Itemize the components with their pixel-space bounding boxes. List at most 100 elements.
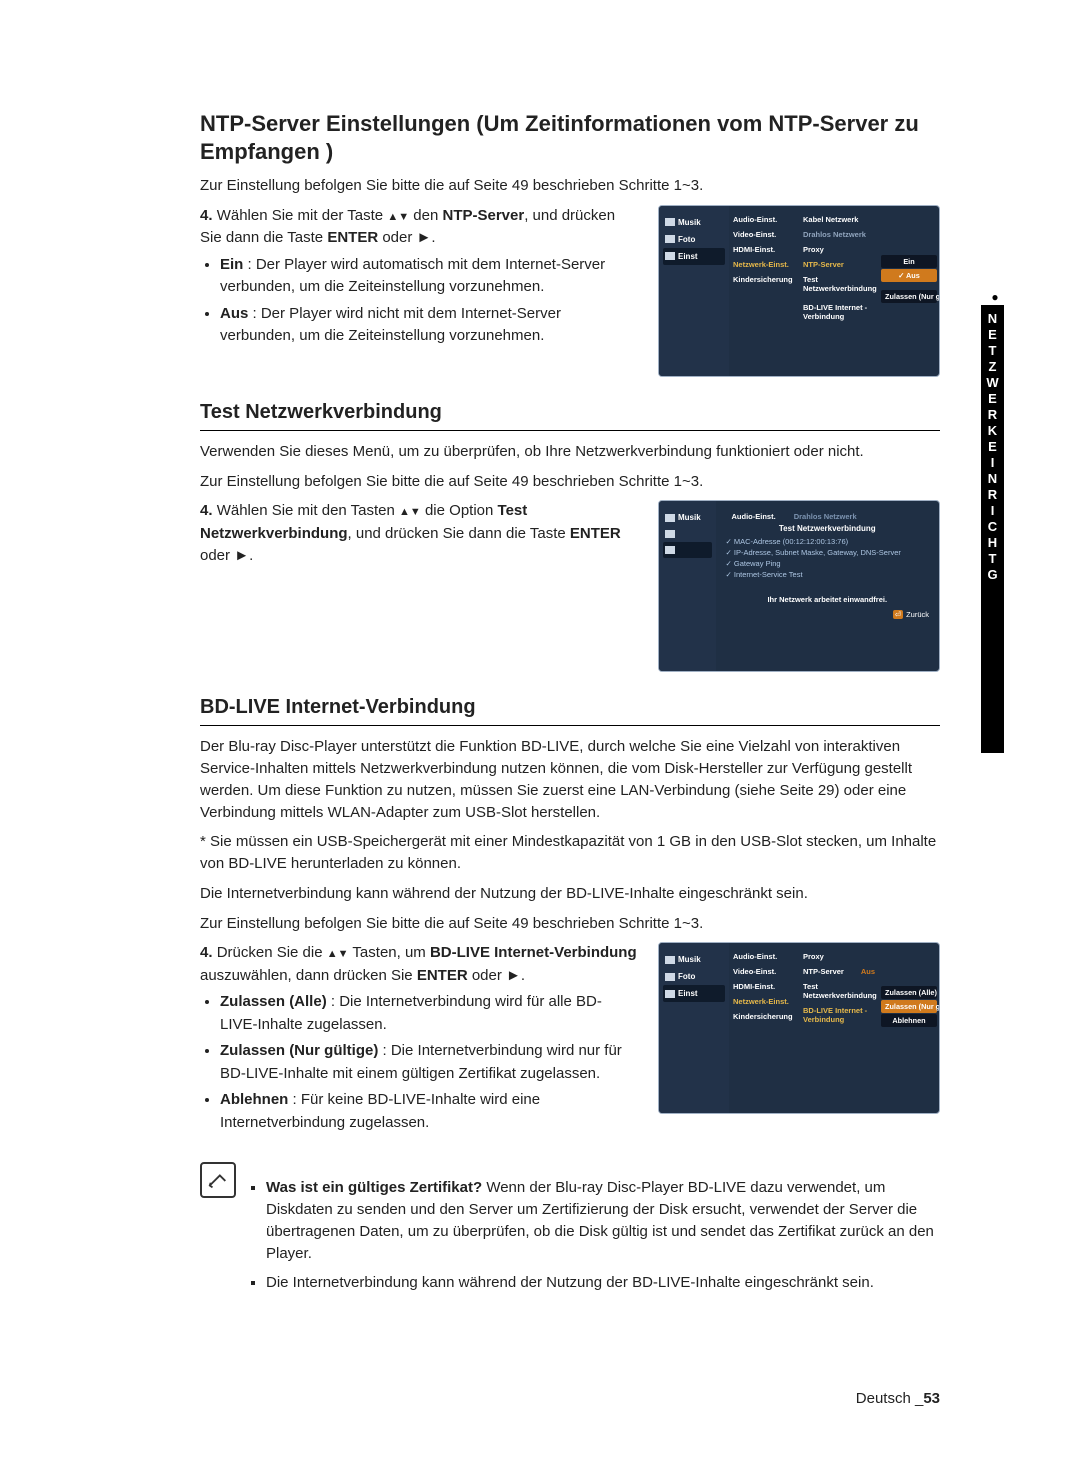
opt-text: : Der Player wird nicht mit dem Internet… [220,305,561,345]
note-item: Was ist ein gültiges Zertifikat? Wenn de… [266,1177,940,1264]
osd-check-line: ✓ MAC-Adresse (00:12:12:00:13:76) [726,537,929,546]
osd-opt: Video-Einst. [731,227,797,242]
osd-opt: Netzwerk-Einst. [731,994,797,1009]
l: Foto [678,972,695,981]
osd-status: Ihr Netzwerk arbeitet einwandfrei. [726,595,929,604]
step-num: 4. [200,207,213,224]
photo-icon [665,973,675,981]
bullet-allow-all: Zulassen (Alle) : Die Internetverbindung… [220,991,638,1036]
step-4c-text: 4. Drücken Sie die ▲▼ Tasten, um BD-LIVE… [200,942,638,1138]
t: Wählen Sie mit den Tasten [217,502,399,519]
osd-side-item [663,526,712,542]
osd-value: ✓ Aus [881,269,937,282]
bullet-aus: Aus : Der Player wird nicht mit dem Inte… [220,303,638,348]
osd-opt: HDMI-Einst. [731,242,797,257]
osd-side-item: Foto [663,231,725,248]
osd-screenshot-bdlive: Musik Foto Einst Audio-Einst. Video-Eins… [658,942,940,1114]
bullet-allow-valid: Zulassen (Nur gültige) : Die Internetver… [220,1040,638,1085]
note-t: Die Internetverbindung kann während der … [266,1274,874,1291]
opt-name: Zulassen (Alle) [220,993,327,1010]
t: , und drücken Sie dann die Taste [348,525,570,542]
t: . [431,229,435,246]
step-num: 4. [200,944,213,961]
arrow-right-icon: ► [506,967,521,984]
osd-check-line: ✓ Internet-Service Test [726,570,929,579]
osd-side-item: Musik [663,509,712,526]
test-intro: Verwenden Sie dieses Menü, um zu überprü… [200,441,940,463]
osd-opt: BD-LIVE Internet - Verbindung [801,300,877,324]
heading-ntp: NTP-Server Einstellungen (Um Zeitinforma… [200,110,940,165]
return-icon: ⏎ [893,610,903,619]
t: Wählen Sie mit der Taste [217,207,388,224]
osd-value: Zulassen (Nur gültige) [881,1000,937,1013]
page-footer: Deutsch _53 [856,1390,940,1407]
note-item: Die Internetverbindung kann während der … [266,1272,940,1294]
osd-opt: Kindersicherung [731,1009,797,1024]
l: Zurück [906,610,929,619]
enter-key: ENTER [570,525,621,542]
osd-check-line: ✓ Gateway Ping [726,559,929,568]
arrow-right-icon: ► [417,229,432,246]
osd-value-inline: Aus [861,967,875,976]
osd-opt: BD-LIVE Internet - Verbindung [801,1003,877,1027]
arrow-up-down-icon: ▲▼ [399,506,421,518]
step-num: 4. [200,502,213,519]
step-4b-row: 4. Wählen Sie mit den Tasten ▲▼ die Opti… [200,500,940,672]
step-4c-row: 4. Drücken Sie die ▲▼ Tasten, um BD-LIVE… [200,942,940,1138]
bd-para-3: Die Internetverbindung kann während der … [200,883,940,905]
bd-para-1: Der Blu-ray Disc-Player unterstützt die … [200,736,940,823]
step-4a-text: 4. Wählen Sie mit der Taste ▲▼ den NTP-S… [200,205,638,352]
osd-side-item: Einst [663,248,725,265]
l: Musik [678,513,701,522]
step-4b-text: 4. Wählen Sie mit den Tasten ▲▼ die Opti… [200,500,638,568]
gear-icon [665,990,675,998]
gear-icon [665,252,675,260]
enter-key: ENTER [327,229,378,246]
bullet-deny: Ablehnen : Für keine BD-LIVE-Inhalte wir… [220,1089,638,1134]
osd-opt: Netzwerk-Einst. [731,257,797,272]
heading-test-net: Test Netzwerkverbindung [200,401,940,431]
music-icon [665,514,675,522]
osd-opt: Test Netzwerkverbindung [801,272,877,296]
enter-key: ENTER [417,967,468,984]
t: auszuwählen, dann drücken Sie [200,967,417,984]
opt-name: Ablehnen [220,1091,288,1108]
t: . [249,547,253,564]
arrow-up-down-icon: ▲▼ [327,948,349,960]
l: Musik [678,218,701,227]
osd-check-line: ✓ IP-Adresse, Subnet Maske, Gateway, DNS… [726,548,929,557]
osd-opt: NTP-Server Aus [801,964,877,979]
t: die Option [421,502,498,519]
music-icon [665,956,675,964]
l: Musik [678,955,701,964]
t: oder [378,229,416,246]
osd-opt: HDMI-Einst. [731,979,797,994]
l: Foto [678,235,695,244]
t: Tasten, um [349,944,430,961]
osd-opt: Kabel Netzwerk [801,212,877,227]
t: oder [200,547,234,564]
t: oder [468,967,506,984]
note-box: Was ist ein gültiges Zertifikat? Wenn de… [200,1162,940,1317]
note-q: Was ist ein gültiges Zertifikat? [266,1179,482,1196]
bullet-ein: Ein : Der Player wird automatisch mit de… [220,254,638,299]
t: . [521,967,525,984]
l: Einst [678,989,698,998]
menu-name: NTP-Server [442,207,524,224]
opt-name: Zulassen (Nur gültige) [220,1042,378,1059]
arrow-up-down-icon: ▲▼ [387,211,409,223]
step-4a-row: 4. Wählen Sie mit der Taste ▲▼ den NTP-S… [200,205,940,377]
osd-value: Zulassen (Nur gültige) [881,290,937,303]
t: Drücken Sie die [217,944,327,961]
osd-side-item: Foto [663,968,725,985]
osd-tab: Audio-Einst. [732,512,776,521]
osd-dialog-title: Test Netzwerkverbindung [726,524,929,533]
page-number: 53 [923,1390,940,1407]
osd-opt: Proxy [801,242,877,257]
footer-lang: Deutsch _ [856,1390,924,1407]
osd-opt: Test Netzwerkverbindung [801,979,877,1003]
photo-icon [665,235,675,243]
menu-name: BD-LIVE Internet-Verbindung [430,944,637,961]
l: NTP-Server [803,967,844,976]
opt-name: Ein [220,256,243,273]
